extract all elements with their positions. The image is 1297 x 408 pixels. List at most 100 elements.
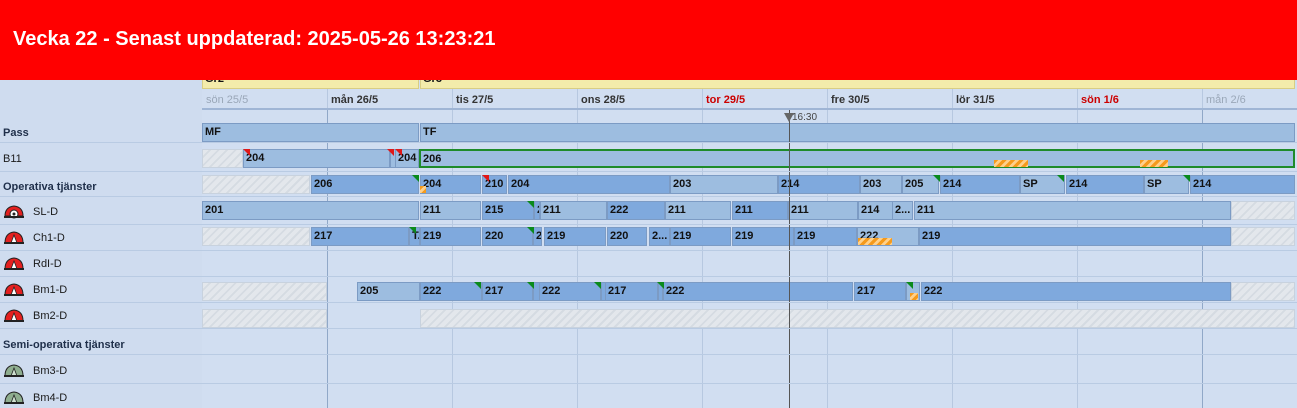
shift-bar[interactable]: 204: [508, 175, 670, 194]
shift-bar[interactable]: 214: [940, 175, 1020, 194]
shift-bar[interactable]: [202, 282, 327, 301]
schedule-board: sön 25/5 mån 26/5 tis 27/5 ons 28/5 tor 29/5…: [0, 80, 1297, 408]
shift-bar[interactable]: Gr2: [202, 80, 419, 89]
fire-vehicle-red-icon: [3, 204, 25, 220]
day-header-1[interactable]: mån 26/5: [331, 94, 378, 106]
shift-bar[interactable]: [202, 175, 310, 194]
day-header-3[interactable]: ons 28/5: [581, 94, 625, 106]
top-banner: Vecka 22 - Senast uppdaterad: 2025-05-26…: [0, 0, 1297, 80]
shift-bar[interactable]: 219: [919, 227, 1231, 246]
row-label-sl-d[interactable]: SL-D: [33, 206, 58, 218]
shift-bar[interactable]: 214: [1066, 175, 1144, 194]
day-header-2[interactable]: tis 27/5: [456, 94, 493, 106]
page-title: Vecka 22 - Senast uppdaterad: 2025-05-26…: [13, 28, 496, 50]
status-flag: [412, 175, 419, 182]
shift-bar[interactable]: 204: [420, 175, 481, 194]
status-flag: [243, 149, 250, 156]
status-flag: [906, 282, 913, 289]
shift-bar[interactable]: 214: [1190, 175, 1295, 194]
row-separator: [0, 142, 1297, 143]
warning-stripe: [994, 160, 1028, 167]
shift-bar[interactable]: MF: [202, 123, 419, 142]
shift-bar[interactable]: TF: [420, 123, 1295, 142]
shift-bar[interactable]: 203: [670, 175, 778, 194]
shift-bar[interactable]: 214: [778, 175, 860, 194]
shift-bar[interactable]: [202, 227, 310, 246]
row-separator: [0, 224, 1297, 225]
shift-bar[interactable]: 222: [420, 282, 482, 301]
shift-bar[interactable]: 222: [607, 201, 665, 220]
shift-bar[interactable]: 205: [357, 282, 420, 301]
status-flag: [594, 282, 601, 289]
shift-bar[interactable]: [420, 309, 1295, 328]
shift-bar[interactable]: 222: [539, 282, 601, 301]
shift-bar[interactable]: 2: [533, 227, 542, 246]
shift-bar[interactable]: 219: [420, 227, 481, 246]
status-flag: [387, 149, 394, 156]
shift-bar[interactable]: [202, 149, 243, 168]
status-flag: [1183, 175, 1190, 182]
day-header-7[interactable]: sön 1/6: [1081, 94, 1119, 106]
shift-bar[interactable]: 206: [311, 175, 419, 194]
status-flag: [933, 175, 940, 182]
shift-bar[interactable]: [1231, 201, 1295, 220]
shift-bar[interactable]: 219: [544, 227, 606, 246]
day-header-0[interactable]: sön 25/5: [206, 94, 248, 106]
shift-bar[interactable]: 219: [670, 227, 731, 246]
row-label-bm4-d[interactable]: Bm4-D: [33, 392, 67, 404]
status-flag: [527, 201, 534, 208]
shift-bar[interactable]: 217: [482, 282, 533, 301]
helmet-green-icon: [3, 390, 25, 406]
shift-bar[interactable]: 2...: [649, 227, 670, 246]
helmet-red-icon: [3, 256, 25, 272]
row-label-bm3-d[interactable]: Bm3-D: [33, 365, 67, 377]
shift-bar[interactable]: 217: [311, 227, 409, 246]
status-flag: [409, 227, 416, 234]
helmet-red-icon: [3, 230, 25, 246]
row-label-rdi-d[interactable]: RdI-D: [33, 258, 62, 270]
shift-bar[interactable]: 204: [243, 149, 390, 168]
shift-bar[interactable]: 211: [665, 201, 731, 220]
status-flag: [395, 149, 402, 156]
row-label-b11[interactable]: B11: [3, 153, 22, 165]
shift-bar[interactable]: 211: [420, 201, 481, 220]
day-header-8[interactable]: mån 2/6: [1206, 94, 1246, 106]
status-flag: [482, 175, 489, 182]
status-flag: [527, 282, 534, 289]
timeline-grid: sön 25/5 mån 26/5 tis 27/5 ons 28/5 tor 29/5…: [202, 80, 1297, 408]
helmet-green-icon: [3, 363, 25, 379]
shift-bar[interactable]: 211: [914, 201, 1231, 220]
day-header-4[interactable]: tor 29/5: [706, 94, 745, 106]
shift-bar[interactable]: 211: [732, 201, 788, 220]
row-labels-column: [0, 80, 202, 408]
status-flag: [1057, 175, 1064, 182]
shift-bar[interactable]: [1231, 282, 1295, 301]
row-label-bm2-d[interactable]: Bm2-D: [33, 310, 67, 322]
shift-bar[interactable]: 203: [860, 175, 902, 194]
shift-bar[interactable]: 2...: [892, 201, 913, 220]
day-header-6[interactable]: lör 31/5: [956, 94, 995, 106]
shift-bar[interactable]: 217: [854, 282, 906, 301]
shift-bar[interactable]: 220: [482, 227, 533, 246]
shift-bar[interactable]: 220: [607, 227, 647, 246]
shift-bar[interactable]: 211: [788, 201, 858, 220]
shift-bar[interactable]: 211: [540, 201, 607, 220]
shift-bar[interactable]: 222: [663, 282, 853, 301]
current-time-label: 16:30: [792, 112, 818, 123]
row-separator: [0, 328, 1297, 329]
row-label-ch1-d[interactable]: Ch1-D: [33, 232, 65, 244]
day-header-5[interactable]: fre 30/5: [831, 94, 870, 106]
shift-bar[interactable]: Gr3: [420, 80, 1295, 89]
shift-bar[interactable]: 201: [202, 201, 419, 220]
shift-bar[interactable]: 219: [794, 227, 857, 246]
shift-bar[interactable]: 222: [921, 282, 1231, 301]
current-time-line: [789, 109, 790, 408]
section-header: Pass: [3, 127, 29, 139]
shift-bar[interactable]: 219: [732, 227, 794, 246]
shift-bar[interactable]: 217: [605, 282, 658, 301]
row-label-bm1-d[interactable]: Bm1-D: [33, 284, 67, 296]
shift-bar[interactable]: [1231, 227, 1295, 246]
shift-bar[interactable]: [202, 309, 327, 328]
status-flag: [474, 282, 481, 289]
row-separator: [0, 250, 1297, 251]
